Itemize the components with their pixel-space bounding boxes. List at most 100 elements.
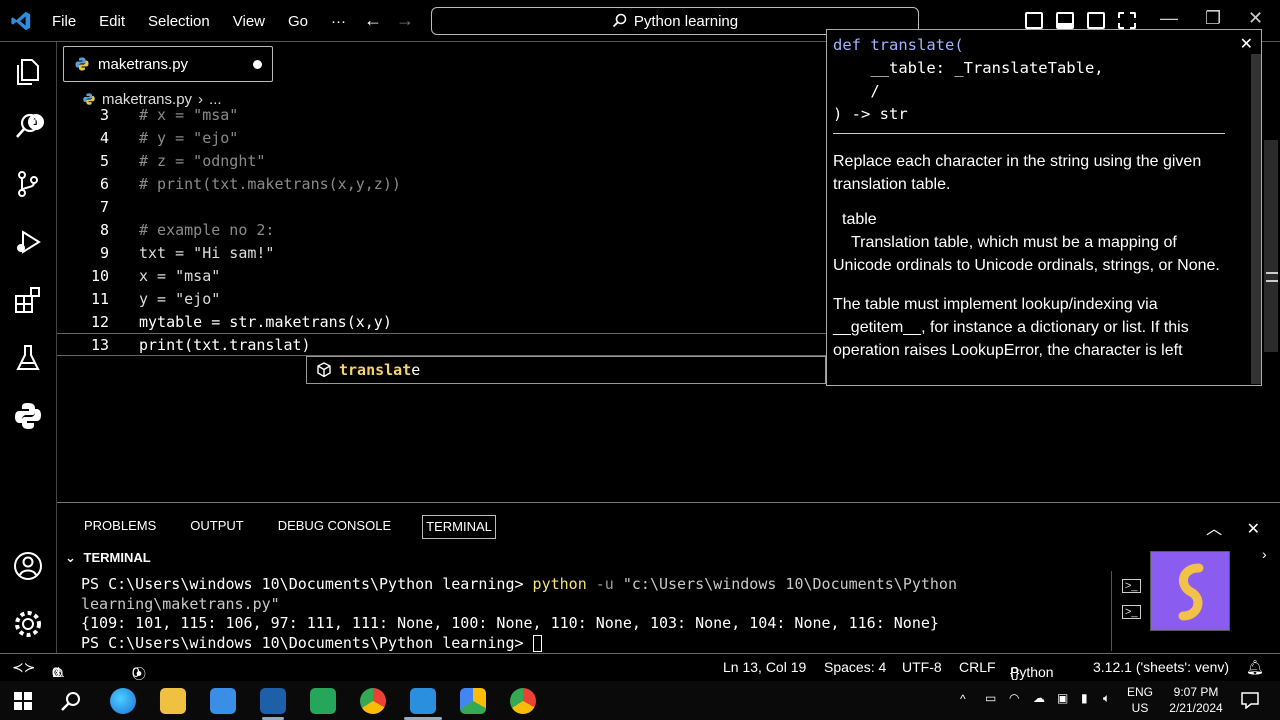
terminal-prompt: PS C:\Users\windows 10\Documents\Python …	[81, 633, 533, 652]
suggest-rest[interactable]: e	[411, 361, 420, 379]
taskbar-clock[interactable]: 9:07 PM 2/21/2024	[1160, 684, 1232, 716]
tab-terminal[interactable]: TERMINAL	[422, 515, 496, 539]
notification-center-icon[interactable]	[1240, 691, 1260, 709]
battery-icon[interactable]: ▭	[985, 691, 996, 705]
remote-icon[interactable]: ≺≻	[12, 659, 35, 676]
maximize-panel-icon[interactable]: ︿	[1206, 521, 1222, 538]
input-language[interactable]: ENG US	[1124, 684, 1156, 716]
activity-bar: 1	[0, 42, 57, 653]
unsaved-dot-icon[interactable]	[253, 60, 262, 69]
code-text: txt = "Hi sam!"	[139, 244, 275, 262]
menu-edit[interactable]: Edit	[99, 13, 125, 30]
settings-gear-icon[interactable]	[12, 608, 44, 640]
taskbar-search-icon[interactable]	[60, 690, 82, 712]
windows-start-icon[interactable]	[14, 692, 32, 710]
line-number: 13	[90, 336, 109, 354]
terminal-prompt-icon: >_	[1122, 605, 1141, 619]
tab-debug-console[interactable]: DEBUG CONSOLE	[275, 515, 394, 539]
terminal-line: PS C:\Users\windows 10\Documents\Python …	[81, 575, 1111, 614]
terminal-cursor	[532, 634, 542, 652]
sig-line: __table: _TranslateTable,	[833, 59, 1104, 77]
chrome-icon[interactable]	[360, 688, 386, 714]
ports-count: 0	[132, 664, 140, 680]
wifi-icon[interactable]: ◠	[1009, 691, 1019, 705]
python-icon[interactable]	[12, 400, 44, 432]
suggest-widget[interactable]: translat e	[306, 356, 826, 384]
terminal-prompt: PS C:\Users\windows 10\Documents\Python …	[81, 575, 533, 593]
signature-code: def translate( __table: _TranslateTable,…	[833, 34, 1104, 126]
explorer-icon[interactable]	[12, 56, 44, 88]
notifications-bell-icon[interactable]: 🔔︎	[1246, 659, 1264, 676]
channel-logo	[1150, 551, 1230, 631]
back-arrow-icon[interactable]: ←	[364, 10, 382, 31]
end-of-line[interactable]: CRLF	[959, 659, 996, 675]
tab-problems[interactable]: PROBLEMS	[81, 515, 159, 539]
chevron-right-icon[interactable]: ›	[1262, 546, 1267, 562]
chat-app-icon[interactable]	[310, 688, 336, 714]
s-logo-icon	[1178, 563, 1204, 621]
chrome-profile-icon[interactable]	[510, 688, 536, 714]
line-number: 6	[99, 175, 109, 193]
toggle-panel-icon[interactable]	[1056, 12, 1074, 29]
tray-chevron-icon[interactable]: ^	[960, 692, 966, 706]
account-icon[interactable]	[12, 550, 44, 582]
volume-icon[interactable]: 🔈︎	[1103, 691, 1110, 706]
vscode-logo-icon	[11, 11, 31, 31]
menu-selection[interactable]: Selection	[148, 13, 210, 30]
forward-arrow-icon[interactable]: →	[396, 10, 414, 31]
window-close-icon[interactable]: ✕	[1248, 8, 1263, 29]
run-debug-icon[interactable]	[12, 226, 44, 258]
code-text: y = "ejo"	[139, 290, 221, 308]
testing-flask-icon[interactable]	[12, 342, 44, 374]
menu-go[interactable]: Go	[288, 13, 308, 30]
terminal-command: python	[532, 575, 587, 593]
suggest-match[interactable]: translat	[339, 361, 411, 379]
line-number: 12	[90, 313, 109, 331]
tab-maketrans-py[interactable]: maketrans.py	[63, 46, 273, 82]
cloud-icon[interactable]: ☁	[1033, 691, 1045, 705]
menu-view[interactable]: View	[233, 13, 265, 30]
terminal-line: {109: 101, 115: 106, 97: 111, 111: None,…	[81, 614, 939, 632]
cursor-position[interactable]: Ln 13, Col 19	[723, 659, 806, 675]
close-panel-icon[interactable]: ✕	[1247, 521, 1260, 538]
restore-icon[interactable]: ❐	[1205, 8, 1221, 29]
search-icon	[612, 13, 627, 28]
edge-browser-icon[interactable]	[110, 688, 136, 714]
doc-paragraph: Replace each character in the string usi…	[833, 153, 1202, 193]
hover-scrollbar[interactable]	[1251, 54, 1261, 384]
line-number: 8	[99, 221, 109, 239]
chevron-down-icon[interactable]: ⌄	[65, 550, 76, 565]
toggle-primary-sidebar-icon[interactable]	[1025, 12, 1043, 29]
doc-paragraph: The table must implement lookup/indexing…	[833, 296, 1189, 359]
param-name: table	[842, 211, 877, 228]
close-icon[interactable]: ✕	[1240, 34, 1253, 54]
search-sidebar-icon[interactable]	[12, 110, 44, 142]
device-icon[interactable]: ▣	[1057, 691, 1068, 705]
extensions-icon[interactable]	[12, 284, 44, 316]
overview-ruler-marker	[1266, 272, 1278, 282]
terminal-output[interactable]: PS C:\Users\windows 10\Documents\Python …	[81, 575, 1111, 653]
method-cube-icon	[317, 362, 331, 378]
drive-icon[interactable]	[460, 688, 486, 714]
menu-file[interactable]: File	[52, 13, 76, 30]
microphone-icon[interactable]: ▮	[1081, 691, 1088, 705]
mail-icon[interactable]	[210, 688, 236, 714]
download-app-icon[interactable]	[260, 688, 286, 714]
signature-docs: Replace each character in the string usi…	[833, 150, 1225, 378]
indentation[interactable]: Spaces: 4	[824, 659, 886, 675]
menu-more[interactable]: ···	[331, 13, 346, 30]
command-center-label: Python learning	[633, 12, 739, 30]
file-explorer-icon[interactable]	[160, 688, 186, 714]
code-text: # print(txt.maketrans(x,y,z))	[139, 175, 401, 193]
customize-layout-icon[interactable]	[1118, 12, 1136, 29]
source-control-icon[interactable]	[12, 168, 44, 200]
panel-controls: ︿ ✕	[1206, 515, 1260, 539]
encoding[interactable]: UTF-8	[902, 659, 942, 675]
python-interpreter[interactable]: 3.12.1 ('sheets': venv)	[1093, 659, 1229, 675]
code-text: print(txt.translat)	[139, 336, 311, 354]
vscode-taskbar-icon[interactable]	[410, 688, 436, 714]
editor-scrollbar[interactable]	[1264, 140, 1278, 352]
minimize-icon[interactable]: —	[1160, 8, 1178, 29]
toggle-secondary-sidebar-icon[interactable]	[1087, 12, 1105, 29]
tab-output[interactable]: OUTPUT	[187, 515, 246, 539]
